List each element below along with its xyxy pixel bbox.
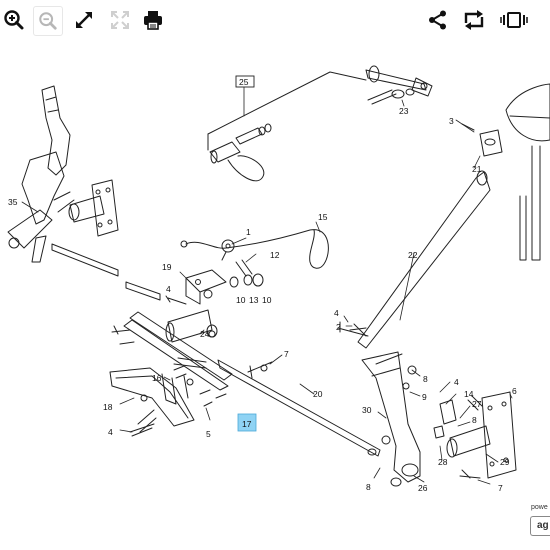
callout-4a[interactable]: 4 <box>166 284 171 294</box>
callout-14[interactable]: 14 <box>464 389 474 399</box>
callout-4c[interactable]: 4 <box>454 377 459 387</box>
share-button[interactable] <box>424 6 452 34</box>
print-button[interactable] <box>139 6 167 34</box>
part-35-bracket <box>7 85 119 263</box>
callout-2[interactable]: 2 <box>336 322 341 332</box>
callout-3[interactable]: 3 <box>449 116 454 126</box>
callout-7a[interactable]: 7 <box>284 349 289 359</box>
share-icon <box>429 10 446 30</box>
callout-29[interactable]: 29 <box>500 457 510 467</box>
callout-19[interactable]: 19 <box>162 262 172 272</box>
callout-13[interactable]: 13 <box>249 295 259 305</box>
leader-lines <box>21 86 513 485</box>
print-icon <box>144 11 162 30</box>
callout-20[interactable]: 20 <box>313 389 323 399</box>
zoom-in-button[interactable] <box>0 6 28 34</box>
callout-4b[interactable]: 4 <box>334 308 339 318</box>
fit-button[interactable] <box>106 6 134 34</box>
callout-27[interactable]: 27 <box>472 399 482 409</box>
rotate-button[interactable] <box>460 6 488 34</box>
callout-10b[interactable]: 10 <box>262 295 272 305</box>
callout-8c[interactable]: 8 <box>366 482 371 492</box>
carousel-button[interactable] <box>498 6 530 34</box>
powered-by-label: powe <box>531 504 548 511</box>
part-22-rod <box>357 170 491 349</box>
zoom-out-button[interactable] <box>33 6 63 36</box>
expand-button[interactable] <box>70 6 98 34</box>
part-25-coupler <box>207 71 367 182</box>
callout-labels: 25 23 3 21 22 35 1 15 12 19 10 13 10 4 2… <box>8 77 517 493</box>
part-19-plate <box>165 239 264 343</box>
callout-26[interactable]: 26 <box>418 483 428 493</box>
callout-28[interactable]: 28 <box>438 457 448 467</box>
callout-18[interactable]: 18 <box>103 402 113 412</box>
callout-24[interactable]: 24 <box>200 329 210 339</box>
callout-23[interactable]: 23 <box>399 106 409 116</box>
part-30-lever <box>349 323 421 487</box>
callout-21[interactable]: 21 <box>472 164 482 174</box>
callout-35[interactable]: 35 <box>8 197 18 207</box>
rotate-icon <box>464 10 484 30</box>
callout-6[interactable]: 6 <box>512 386 517 396</box>
callout-22[interactable]: 22 <box>408 250 418 260</box>
callout-17[interactable]: 17 <box>242 419 252 429</box>
callout-9[interactable]: 9 <box>422 392 427 402</box>
fit-icon <box>111 11 129 29</box>
expand-icon <box>76 12 92 28</box>
callout-7b[interactable]: 7 <box>498 483 503 493</box>
callout-4d[interactable]: 4 <box>108 427 113 437</box>
zoom-out-icon <box>39 12 57 30</box>
callout-16[interactable]: 16 <box>152 373 162 383</box>
callout-25[interactable]: 25 <box>239 77 249 87</box>
parts-diagram: 25 23 3 21 22 35 1 15 12 19 10 13 10 4 2… <box>7 65 550 493</box>
callout-12[interactable]: 12 <box>270 250 280 260</box>
part-15-cable <box>180 229 329 269</box>
zoom-in-icon <box>4 10 24 30</box>
viewer-toolbar <box>0 0 550 40</box>
brand-logo[interactable]: ag <box>530 516 550 536</box>
callout-10a[interactable]: 10 <box>236 295 246 305</box>
carousel-icon <box>500 12 528 28</box>
callout-8a[interactable]: 8 <box>423 374 428 384</box>
callout-1[interactable]: 1 <box>246 227 251 237</box>
part-20-bar <box>51 243 381 457</box>
callout-8b[interactable]: 8 <box>472 415 477 425</box>
part-23-rod <box>365 65 433 105</box>
callout-15[interactable]: 15 <box>318 212 328 222</box>
callout-5[interactable]: 5 <box>206 429 211 439</box>
part-18-holder <box>109 365 227 433</box>
callout-30[interactable]: 30 <box>362 405 372 415</box>
